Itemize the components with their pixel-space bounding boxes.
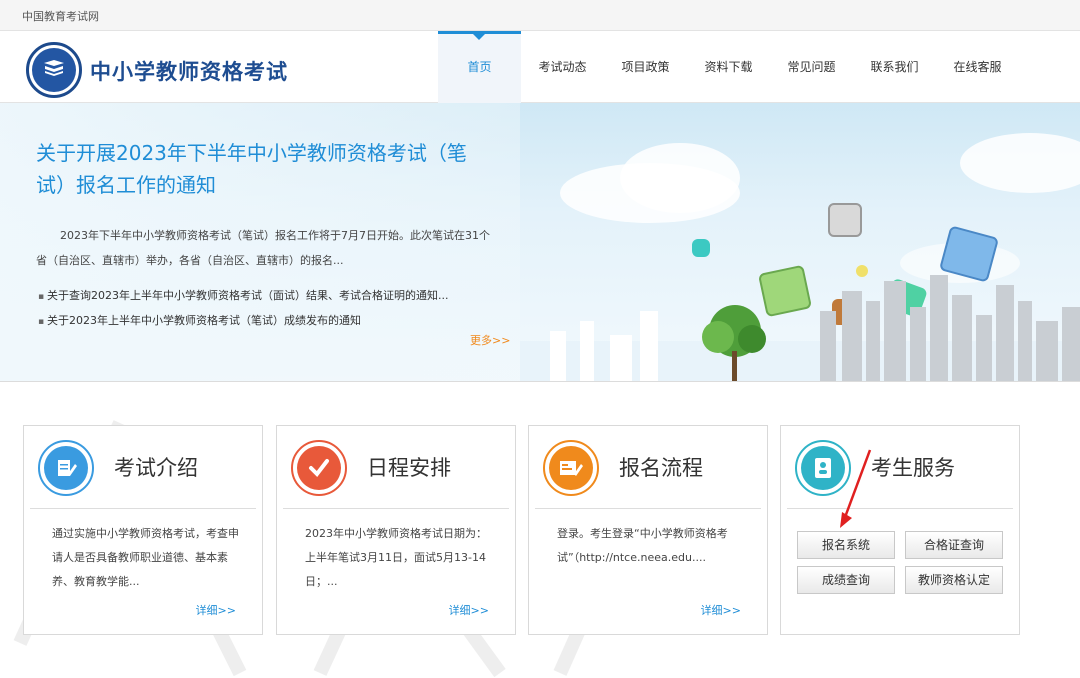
news-link[interactable]: 关于2023年上半年中小学教师资格考试（笔试）成绩发布的通知 xyxy=(38,309,508,334)
card-icon-ring xyxy=(543,440,599,496)
card-divider xyxy=(283,508,509,509)
certificate-query-button[interactable]: 合格证查询 xyxy=(905,531,1003,559)
news-panel: 关于开展2023年下半年中小学教师资格考试（笔试）报名工作的通知 2023年下半… xyxy=(0,103,520,381)
teacher-qualification-button[interactable]: 教师资格认定 xyxy=(905,566,1003,594)
nav-exam-news[interactable]: 考试动态 xyxy=(521,31,604,103)
logo[interactable] xyxy=(26,42,82,98)
brand-title[interactable]: 中小学教师资格考试 xyxy=(90,56,288,86)
card-icon-ring xyxy=(291,440,347,496)
nav-label: 项目政策 xyxy=(621,60,670,74)
card-exam-intro: 考试介绍 通过实施中小学教师资格考试，考查申请人是否具备教师职业道德、基本素养、… xyxy=(23,425,263,635)
nav-label: 联系我们 xyxy=(870,60,919,74)
card-divider xyxy=(787,508,1013,509)
card-body: 登录。考生登录“中小学教师资格考试”（http://ntce.neea.edu.… xyxy=(557,527,728,564)
floating-cube-decoration xyxy=(692,239,710,257)
card-body: 通过实施中小学教师资格考试，考查申请人是否具备教师职业道德、基本素养、教育教学能… xyxy=(52,527,239,588)
featured-news-headline[interactable]: 关于开展2023年下半年中小学教师资格考试（笔试）报名工作的通知 xyxy=(36,137,496,201)
detail-link[interactable]: 详细>> xyxy=(196,602,236,618)
book-icon xyxy=(44,60,64,76)
card-schedule: 日程安排 2023年中小学教师资格考试日期为：上半年笔试3月11日，面试5月13… xyxy=(276,425,516,635)
card-title: 考试介绍 xyxy=(114,456,198,480)
nav-policy[interactable]: 项目政策 xyxy=(604,31,687,103)
detail-link[interactable]: 详细>> xyxy=(449,602,489,618)
nav-label: 在线客服 xyxy=(953,60,1002,74)
nav-home[interactable]: 首页 xyxy=(438,31,521,103)
nav-online-service[interactable]: 在线客服 xyxy=(936,31,1019,103)
annotation-arrow-icon xyxy=(840,449,872,528)
cloud-decoration xyxy=(960,133,1080,193)
card-candidate-services: 考生服务 报名系统 合格证查询 成绩查询 教师资格认定 xyxy=(780,425,1020,635)
top-strip: 中国教育考试网 xyxy=(0,0,1080,31)
registration-system-button[interactable]: 报名系统 xyxy=(797,531,895,559)
floating-cube-decoration xyxy=(828,203,862,237)
form-edit-icon xyxy=(549,446,593,490)
card-divider xyxy=(30,508,256,509)
card-registration-process: 报名流程 登录。考生登录“中小学教师资格考试”（http://ntce.neea… xyxy=(528,425,768,635)
featured-news-summary: 2023年下半年中小学教师资格考试（笔试）报名工作将于7月7日开始。此次笔试在3… xyxy=(36,229,490,267)
card-icon-ring xyxy=(38,440,94,496)
checkmark-icon xyxy=(297,446,341,490)
header: 中小学教师资格考试 首页 考试动态 项目政策 资料下载 常见问题 联系我们 在线… xyxy=(0,31,1080,103)
nav-downloads[interactable]: 资料下载 xyxy=(687,31,770,103)
active-indicator xyxy=(473,34,485,40)
main-nav: 首页 考试动态 项目政策 资料下载 常见问题 联系我们 在线客服 xyxy=(438,31,1019,103)
hero-banner: 关于开展2023年下半年中小学教师资格考试（笔试）报名工作的通知 2023年下半… xyxy=(0,103,1080,382)
nav-faq[interactable]: 常见问题 xyxy=(770,31,853,103)
nav-label: 常见问题 xyxy=(787,60,836,74)
card-body: 2023年中小学教师资格考试日期为：上半年笔试3月11日，面试5月13-14日；… xyxy=(305,527,487,588)
city-skyline-illustration xyxy=(520,275,1080,381)
score-query-button[interactable]: 成绩查询 xyxy=(797,566,895,594)
document-pen-icon xyxy=(44,446,88,490)
nav-contact[interactable]: 联系我们 xyxy=(853,31,936,103)
card-title: 报名流程 xyxy=(619,456,703,480)
nav-label: 考试动态 xyxy=(538,60,587,74)
nav-label: 资料下载 xyxy=(704,60,753,74)
news-list: 关于查询2023年上半年中小学教师资格考试（面试）结果、考试合格证明的通知...… xyxy=(38,284,508,334)
nav-label: 首页 xyxy=(467,60,492,74)
card-title: 日程安排 xyxy=(367,456,451,480)
card-divider xyxy=(535,508,761,509)
news-link[interactable]: 关于查询2023年上半年中小学教师资格考试（面试）结果、考试合格证明的通知... xyxy=(38,284,508,309)
more-news-link[interactable]: 更多>> xyxy=(470,332,510,348)
site-name-link[interactable]: 中国教育考试网 xyxy=(22,8,99,24)
cloud-decoration xyxy=(620,143,740,213)
detail-link[interactable]: 详细>> xyxy=(701,602,741,618)
card-title: 考生服务 xyxy=(871,456,955,480)
